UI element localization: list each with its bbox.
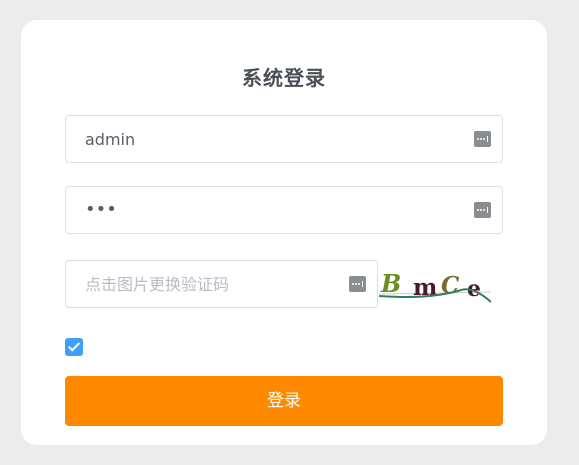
password-manager-key-icon[interactable] xyxy=(474,202,491,218)
login-card: 系统登录 ••• B m C e 登录 xyxy=(21,20,547,445)
username-field[interactable] xyxy=(65,115,503,163)
password-manager-key-icon[interactable] xyxy=(474,131,491,147)
login-button[interactable]: 登录 xyxy=(65,376,503,426)
password-field[interactable]: ••• xyxy=(65,186,503,234)
captcha-field[interactable] xyxy=(65,260,378,308)
remember-checkbox[interactable] xyxy=(65,338,83,356)
password-input[interactable]: ••• xyxy=(85,187,117,233)
username-input[interactable] xyxy=(85,116,461,162)
captcha-input[interactable] xyxy=(85,261,336,307)
captcha-char: B xyxy=(380,269,401,298)
captcha-image[interactable]: B m C e xyxy=(379,262,491,304)
page-title: 系统登录 xyxy=(242,66,326,90)
password-manager-key-icon[interactable] xyxy=(349,276,366,292)
